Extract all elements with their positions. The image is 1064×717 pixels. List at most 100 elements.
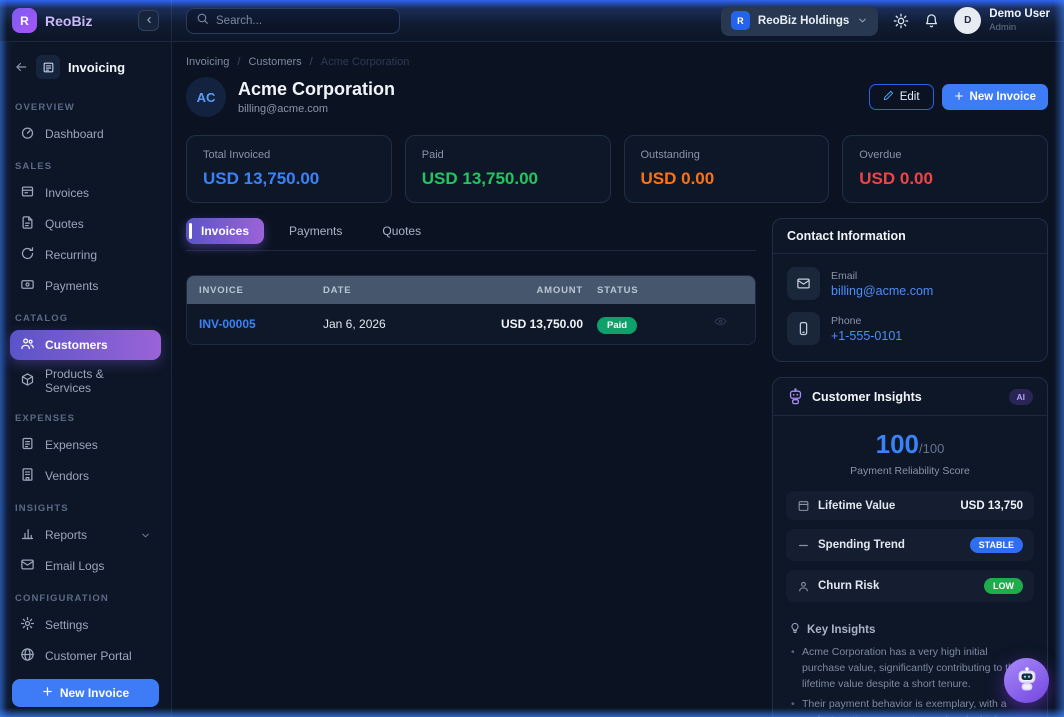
minus-trend-icon — [797, 539, 810, 552]
invoicing-app-icon — [36, 55, 60, 79]
customers-icon — [20, 336, 35, 354]
contact-email-row[interactable]: Email billing@acme.com — [787, 267, 1033, 300]
insight-bullet: Acme Corporation has a very high initial… — [789, 645, 1031, 692]
contact-phone-row[interactable]: Phone +1-555-0101 — [787, 312, 1033, 345]
metric-lifetime-value: Lifetime Value USD 13,750 — [786, 491, 1034, 520]
product-name: Invoicing — [68, 60, 125, 75]
sidebar-item-invoices[interactable]: Invoices — [10, 178, 161, 208]
search-input[interactable] — [216, 15, 390, 27]
metric-churn-risk: Churn Risk LOW — [786, 570, 1034, 602]
page-title: Acme Corporation — [238, 79, 395, 100]
payments-card-icon — [20, 277, 35, 295]
sidebar-item-label: Invoices — [45, 186, 89, 200]
score-label: Payment Reliability Score — [773, 465, 1047, 477]
sidebar-item-settings[interactable]: Settings — [10, 610, 161, 640]
insights-card-title: Customer Insights — [812, 390, 922, 404]
plus-icon — [954, 91, 964, 104]
tabs-bar: Invoices Payments Quotes — [186, 218, 756, 251]
stat-label: Overdue — [859, 149, 1031, 161]
new-invoice-button-label: New Invoice — [970, 91, 1036, 103]
sidebar-item-label: Payments — [45, 279, 98, 293]
view-invoice-button[interactable] — [697, 315, 743, 333]
invoice-table: INVOICE DATE AMOUNT STATUS INV-00005 Jan… — [186, 275, 756, 345]
receipt-icon — [20, 436, 35, 454]
header-actions: Edit New Invoice — [869, 84, 1048, 110]
sidebar-new-invoice-button[interactable]: New Invoice — [12, 679, 159, 707]
sidebar-item-products-services[interactable]: Products & Services — [10, 361, 161, 401]
key-insights-list: Acme Corporation has a very high initial… — [789, 645, 1031, 717]
customer-avatar: AC — [186, 77, 226, 117]
breadcrumb-customers[interactable]: Customers — [248, 56, 312, 68]
metric-value: USD 13,750 — [960, 500, 1023, 512]
mail-icon — [20, 557, 35, 575]
tab-quotes[interactable]: Quotes — [367, 218, 436, 244]
sidebar-item-label: Recurring — [45, 248, 97, 262]
status-badge: Paid — [597, 317, 637, 334]
key-insights-title: Key Insights — [807, 624, 875, 636]
customer-header: AC Acme Corporation billing@acme.com Edi… — [186, 77, 1048, 117]
table-row[interactable]: INV-00005 Jan 6, 2026 USD 13,750.00 Paid — [187, 304, 755, 344]
stat-value: USD 13,750.00 — [422, 169, 594, 189]
cube-icon — [20, 372, 35, 390]
org-switcher[interactable]: R ReoBiz Holdings — [721, 6, 878, 36]
contact-email-value[interactable]: billing@acme.com — [831, 284, 933, 298]
score-value: 100 — [876, 429, 919, 459]
stat-label: Outstanding — [641, 149, 813, 161]
sidebar-item-expenses[interactable]: Expenses — [10, 430, 161, 460]
recurring-refresh-icon — [20, 246, 35, 264]
edit-button[interactable]: Edit — [869, 84, 934, 110]
invoice-date: Jan 6, 2026 — [323, 317, 447, 331]
invoice-number-link[interactable]: INV-00005 — [199, 317, 323, 331]
edit-button-label: Edit — [900, 91, 920, 103]
envelope-icon — [787, 267, 820, 300]
sidebar-item-reports[interactable]: Reports — [10, 520, 161, 550]
notifications-button[interactable] — [924, 13, 939, 28]
sidebar-item-payments[interactable]: Payments — [10, 271, 161, 301]
sidebar-item-customers[interactable]: Customers — [10, 330, 161, 360]
stat-value: USD 13,750.00 — [203, 169, 375, 189]
new-invoice-button[interactable]: New Invoice — [942, 84, 1048, 110]
topbar: R ReoBiz R ReoBiz Holdings — [0, 0, 1064, 42]
user-menu[interactable]: D Demo User Admin — [954, 7, 1050, 34]
sidebar-item-label: Products & Services — [45, 367, 151, 395]
back-arrow-icon[interactable] — [14, 60, 28, 74]
sidebar-item-label: Quotes — [45, 217, 84, 231]
sidebar-item-recurring[interactable]: Recurring — [10, 240, 161, 270]
sidebar-item-email-logs[interactable]: Email Logs — [10, 551, 161, 581]
org-name: ReoBiz Holdings — [758, 15, 849, 27]
insights-metrics: Lifetime Value USD 13,750 Spending Trend… — [773, 480, 1047, 613]
gauge-icon — [20, 125, 35, 143]
metric-label: Lifetime Value — [818, 500, 895, 512]
global-search[interactable] — [186, 8, 400, 34]
sidebar-item-label: Settings — [45, 618, 88, 632]
contact-phone-label: Phone — [831, 315, 902, 327]
sidebar-item-label: Customer Portal — [45, 649, 132, 663]
sidebar-item-customer-portal[interactable]: Customer Portal — [10, 641, 161, 671]
chevron-down-icon — [140, 530, 151, 541]
sidebar-item-label: Customers — [45, 338, 108, 352]
customer-email: billing@acme.com — [238, 103, 395, 115]
pencil-icon — [883, 90, 894, 104]
sidebar-collapse-button[interactable] — [138, 10, 159, 31]
theme-toggle-button[interactable] — [893, 13, 909, 29]
gear-icon — [20, 616, 35, 634]
stat-card-total-invoiced: Total Invoiced USD 13,750.00 — [186, 135, 392, 203]
stats-row: Total Invoiced USD 13,750.00 Paid USD 13… — [186, 135, 1048, 203]
nav-section-insights: INSIGHTS — [15, 503, 156, 514]
nav-section-catalog: CATALOG — [15, 313, 156, 324]
sidebar-item-quotes[interactable]: Quotes — [10, 209, 161, 239]
app-window: R ReoBiz R ReoBiz Holdings — [0, 0, 1064, 717]
tab-payments[interactable]: Payments — [274, 218, 357, 244]
contact-information-card: Contact Information Email billing@acme.c… — [772, 218, 1048, 362]
low-badge: LOW — [984, 578, 1023, 594]
ai-assistant-button[interactable] — [1004, 658, 1049, 703]
tab-invoices[interactable]: Invoices — [186, 218, 264, 244]
breadcrumb-invoicing[interactable]: Invoicing — [186, 56, 240, 68]
stat-card-outstanding: Outstanding USD 0.00 — [624, 135, 830, 203]
calendar-icon — [797, 499, 810, 512]
content-grid: Invoices Payments Quotes INVOICE DATE AM… — [186, 218, 1048, 717]
sidebar-item-dashboard[interactable]: Dashboard — [10, 119, 161, 149]
breadcrumb-current: Acme Corporation — [321, 56, 410, 68]
contact-phone-value[interactable]: +1-555-0101 — [831, 329, 902, 343]
sidebar-item-vendors[interactable]: Vendors — [10, 461, 161, 491]
